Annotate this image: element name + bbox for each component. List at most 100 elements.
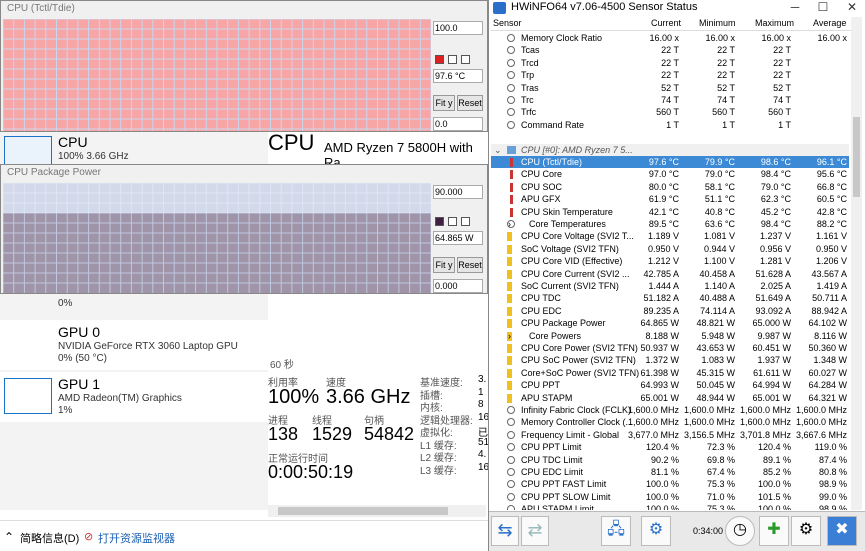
sensor-row[interactable]: CPU TDC Limit 90.2 % 69.8 % 89.1 % 87.4 % (491, 454, 849, 466)
sensor-row[interactable]: APU STAPM 65.001 W 48.944 W 65.001 W 64.321 … (491, 392, 849, 404)
sensor-row[interactable]: SoC Voltage (SVI2 TFN) 0.950 V 0.944 V 0.95… (491, 243, 849, 255)
maximize-button[interactable]: ☐ (809, 0, 837, 16)
bg-color-swatch[interactable] (461, 55, 470, 64)
sensor-row[interactable]: Trp 22 T 22 T 22 T (491, 69, 849, 81)
sensor-row[interactable] (491, 131, 849, 143)
sensor-row[interactable]: CPU EDC 89.235 A 74.114 A 93.092 A 88.942 A (491, 305, 849, 317)
sensor-row[interactable]: CPU TDC 51.182 A 40.488 A 51.649 A 50.711 A (491, 292, 849, 304)
sensor-row[interactable]: CPU Core Current (SVI2 ... 42.785 A 40.458… (491, 268, 849, 280)
sensor-row[interactable]: SoC Current (SVI2 TFN) 1.444 A 1.140 A 2.02… (491, 280, 849, 292)
reports-icon[interactable]: ⚙ (641, 516, 671, 546)
sensor-row[interactable]: CPU PPT SLOW Limit 100.0 % 71.0 % 101.5 % 99… (491, 491, 849, 503)
settings-icon[interactable]: ⚙ (791, 516, 821, 546)
sensor-group-row[interactable]: ⌄ CPU [#0]: AMD Ryzen 7 5... (491, 143, 849, 156)
sensor-row[interactable]: CPU Skin Temperature 42.1 °C 40.8 °C 45.2 °… (491, 206, 849, 218)
sensor-value: 66.8 °C (816, 181, 847, 192)
sensor-row[interactable]: Core+SoC Power (SVI2 TFN) 61.398 W 45.315 … (491, 367, 849, 379)
add-sheet-icon[interactable]: ✚ (759, 516, 789, 546)
clock-icon (507, 120, 515, 129)
line-color-swatch[interactable] (435, 55, 444, 64)
sensor-value: 1,600.0 MHz (683, 405, 735, 415)
sensor-value: 79.0 °C (704, 169, 735, 180)
sensor-row[interactable]: Frequency Limit - Global 3,677.0 MHz 3,156… (491, 429, 849, 441)
clock-icon (507, 46, 515, 55)
sensor-row[interactable]: › Core Temperatures 89.5 °C 63.6 °C 98.4 °C 8… (491, 218, 849, 230)
sensor-row[interactable]: CPU SoC Power (SVI2 TFN) 1.372 W 1.083 W 1.… (491, 354, 849, 366)
sensor-row[interactable]: CPU PPT Limit 120.4 % 72.3 % 120.4 % 119.0 % (491, 441, 849, 453)
sensor-row[interactable]: CPU Package Power 64.865 W 48.821 W 65.000 … (491, 317, 849, 329)
sensor-value: 60.027 W (808, 367, 847, 378)
fill-color-swatch[interactable] (448, 55, 457, 64)
graph-max-field[interactable]: 90.000 (433, 185, 483, 199)
sensor-row[interactable]: CPU Core Voltage (SVI2 T... 1.189 V 1.081 … (491, 230, 849, 242)
scrollbar-thumb[interactable] (278, 507, 448, 515)
perf-item-gpu0[interactable]: GPU 0 NVIDIA GeForce RTX 3060 Laptop GPU… (0, 320, 268, 370)
fill-color-swatch[interactable] (448, 217, 457, 226)
minimize-button[interactable]: ─ (781, 0, 809, 16)
col-maximum[interactable]: Maximum (755, 18, 794, 28)
chevron-right-icon[interactable]: › (508, 330, 511, 342)
fit-y-button[interactable]: Fit y (433, 95, 455, 111)
brief-details-link[interactable]: 简略信息(D) (20, 530, 79, 546)
sensor-name: CPU [#0]: AMD Ryzen 7 5... (521, 144, 633, 155)
lightning-icon (507, 393, 512, 403)
sensor-row[interactable]: APU STAPM Limit 100.0 % 75.3 % 100.0 % 98.9 … (491, 503, 849, 510)
sensor-row[interactable]: CPU PPT FAST Limit 100.0 % 75.3 % 100.0 % 98… (491, 478, 849, 490)
col-minimum[interactable]: Minimum (699, 18, 736, 28)
sensor-name: Memory Clock Ratio (521, 33, 603, 43)
reset-button[interactable]: Reset (457, 95, 483, 111)
graph-max-field[interactable]: 100.0 (433, 21, 483, 35)
bg-color-swatch[interactable] (461, 217, 470, 226)
sensor-row[interactable]: Tcas 22 T 22 T 22 T (491, 44, 849, 56)
close-sensors-icon[interactable]: ✖ (827, 516, 857, 546)
chevron-down-icon[interactable]: ⌄ (494, 144, 502, 156)
sensor-row[interactable]: APU GFX 61.9 °C 51.1 °C 62.3 °C 60.5 °C (491, 193, 849, 205)
clock-icon (507, 108, 515, 117)
graph-min-field[interactable]: 0.0 (433, 117, 483, 131)
clock-icon[interactable]: ◷ (725, 516, 755, 546)
sensor-row[interactable]: Tras 52 T 52 T 52 T (491, 82, 849, 94)
sensor-row[interactable]: Memory Clock Ratio 16.00 x 16.00 x 16.00 x 1… (491, 32, 849, 44)
col-average[interactable]: Average (813, 18, 846, 28)
sensor-name: Frequency Limit - Global (521, 429, 620, 440)
thermometer-icon (510, 170, 513, 180)
col-current[interactable]: Current (651, 18, 681, 28)
arrows-left-right-icon[interactable]: ⇆ (491, 516, 519, 546)
chevron-up-icon[interactable]: ⌃ (4, 530, 14, 544)
fit-y-button[interactable]: Fit y (433, 257, 455, 273)
vertical-scrollbar[interactable] (851, 17, 862, 510)
sensor-row[interactable]: CPU (Tctl/Tdie) 97.6 °C 79.9 °C 98.6 °C 96.1… (491, 156, 849, 169)
network-icon[interactable]: 🖧 (601, 516, 631, 546)
reset-button[interactable]: Reset (457, 257, 483, 273)
line-color-swatch[interactable] (435, 217, 444, 226)
close-button[interactable]: ✕ (838, 0, 865, 16)
sensor-row[interactable]: Trfc 560 T 560 T 560 T (491, 106, 849, 118)
sensor-row[interactable]: CPU Core 97.0 °C 79.0 °C 98.4 °C 95.6 °C (491, 168, 849, 180)
graph-min-field[interactable]: 0.000 (433, 279, 483, 293)
sensor-row[interactable]: CPU Core VID (Effective) 1.212 V 1.100 V 1.… (491, 255, 849, 267)
sensor-value: 52 T (661, 82, 679, 93)
sensor-value: 3,677.0 MHz (627, 429, 679, 440)
sensor-row[interactable]: Trc 74 T 74 T 74 T (491, 94, 849, 106)
open-resource-monitor-link[interactable]: 打开资源监视器 (98, 530, 175, 546)
chevron-right-icon[interactable]: › (508, 218, 511, 230)
sensor-row[interactable]: Command Rate 1 T 1 T 1 T (491, 119, 849, 131)
horizontal-scrollbar[interactable] (268, 505, 486, 517)
col-sensor[interactable]: Sensor (493, 18, 522, 28)
sensor-row[interactable]: CPU Core Power (SVI2 TFN) 50.937 W 43.653 … (491, 342, 849, 354)
sensor-row[interactable]: › Core Powers 8.188 W 5.948 W 9.987 W 8.116 W (491, 330, 849, 342)
sensor-row[interactable]: CPU PPT 64.993 W 50.045 W 64.994 W 64.284 W (491, 379, 849, 391)
sensor-row[interactable]: Infinity Fabric Clock (FCLK) 1,600.0 MHz 1… (491, 404, 849, 416)
resource-monitor-icon[interactable]: ⊘ (84, 530, 93, 543)
hwinfo-titlebar[interactable]: HWiNFO64 v7.06-4500 Sensor Status ─ ☐ ✕ (489, 0, 865, 16)
sensor-value: 16.00 x (761, 33, 791, 43)
sensor-row[interactable]: CPU SOC 80.0 °C 58.1 °C 79.0 °C 66.8 °C (491, 181, 849, 193)
scrollbar-thumb[interactable] (853, 117, 860, 197)
sensor-row[interactable]: Memory Controller Clock (... 1,600.0 MHz 1… (491, 416, 849, 428)
sensor-row[interactable]: Trcd 22 T 22 T 22 T (491, 57, 849, 69)
perf-item-gpu1[interactable]: GPU 1 AMD Radeon(TM) Graphics 1% (0, 372, 268, 422)
arrows-collapse-icon[interactable]: ⇄ (521, 516, 549, 546)
sensor-row[interactable]: CPU EDC Limit 81.1 % 67.4 % 85.2 % 80.8 % (491, 466, 849, 478)
sensor-value: 22 T (661, 57, 679, 68)
sensor-name: CPU Core Current (SVI2 ... (521, 268, 630, 279)
